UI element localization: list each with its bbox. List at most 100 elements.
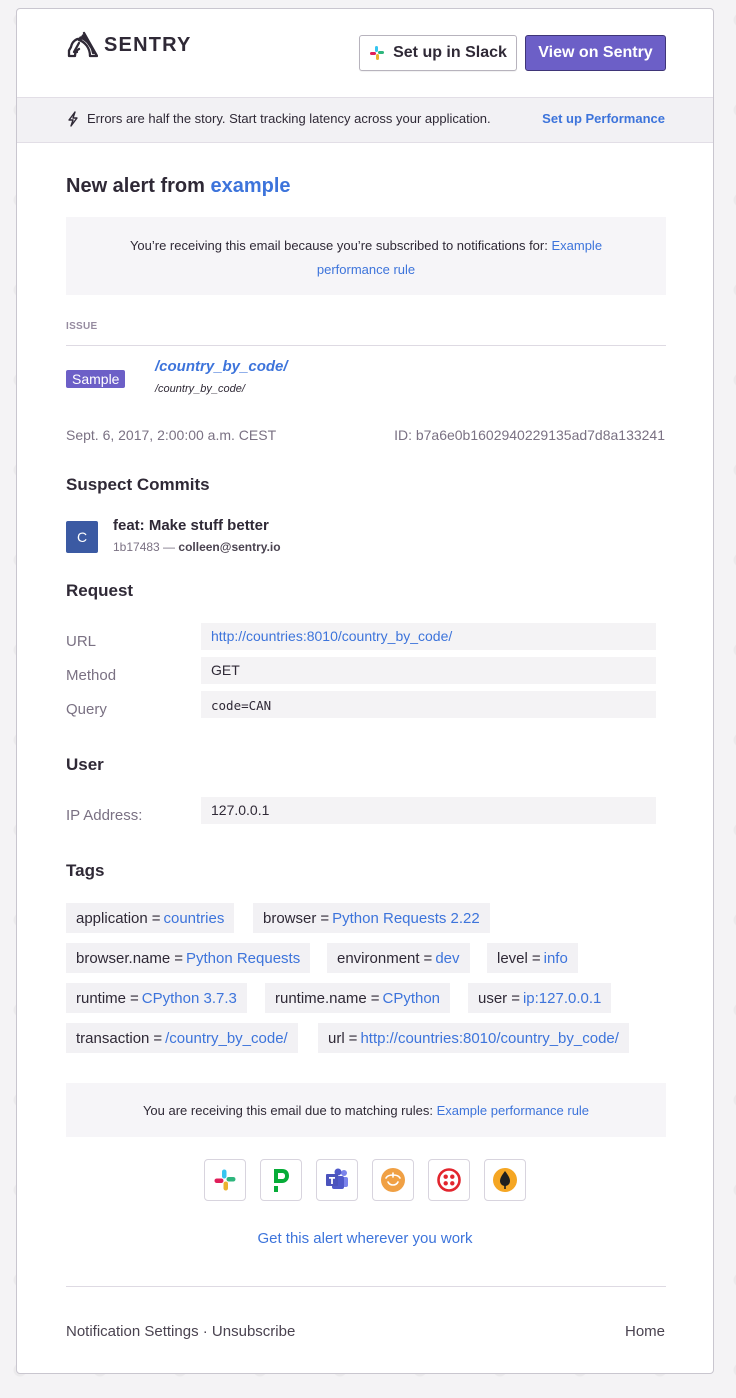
tag-item: environment = dev bbox=[327, 943, 470, 973]
msteams-icon bbox=[326, 1168, 348, 1189]
project-link[interactable]: example bbox=[210, 175, 290, 197]
performance-banner: Errors are half the story. Start trackin… bbox=[17, 97, 713, 143]
matching-rules-notice: You are receiving this email due to matc… bbox=[66, 1083, 666, 1137]
tag-eq: = bbox=[423, 949, 433, 967]
commit-author: colleen@sentry.io bbox=[178, 540, 281, 554]
tag-value-link[interactable]: countries bbox=[163, 910, 224, 927]
issue-subtitle: /country_by_code/ bbox=[155, 383, 245, 395]
tag-value-link[interactable]: CPython 3.7.3 bbox=[142, 990, 237, 1007]
tag-key: browser bbox=[263, 909, 317, 927]
tag-key: application bbox=[76, 909, 148, 927]
tag-value-link[interactable]: Python Requests 2.22 bbox=[332, 910, 480, 927]
tag-key: runtime.name bbox=[275, 989, 367, 1007]
setup-slack-label: Set up in Slack bbox=[393, 44, 507, 61]
commit-message: feat: Make stuff better bbox=[113, 517, 269, 534]
tag-key: browser.name bbox=[76, 949, 171, 967]
setup-slack-button[interactable]: Set up in Slack bbox=[359, 35, 517, 71]
notification-settings-link[interactable]: Notification Settings bbox=[66, 1323, 199, 1340]
discord-integration-icon[interactable] bbox=[372, 1159, 414, 1201]
sample-badge: Sample bbox=[66, 370, 126, 388]
tag-eq: = bbox=[130, 989, 139, 1007]
email-header: SENTRY Set up in Slack View on Sentry bbox=[17, 9, 713, 97]
method-value: GET bbox=[201, 657, 656, 684]
slack-icon bbox=[214, 1169, 236, 1191]
tag-key: transaction bbox=[76, 1029, 150, 1047]
tag-eq: = bbox=[531, 949, 541, 967]
tag-eq: = bbox=[320, 909, 330, 927]
tag-value-link[interactable]: ip:127.0.0.1 bbox=[523, 990, 601, 1007]
tag-item: runtime = CPython 3.7.3 bbox=[66, 983, 247, 1013]
tag-item: transaction =/country_by_code/ bbox=[66, 1023, 298, 1053]
tag-value-link[interactable]: Python Requests bbox=[186, 950, 300, 967]
tag-value-link[interactable]: info bbox=[544, 950, 568, 967]
suspect-commits-title: Suspect Commits bbox=[66, 475, 210, 494]
tag-item: browser = Python Requests 2.22 bbox=[253, 903, 490, 933]
opsgenie-integration-icon[interactable] bbox=[484, 1159, 526, 1201]
opsgenie-icon bbox=[493, 1168, 517, 1192]
view-on-sentry-button[interactable]: View on Sentry bbox=[525, 35, 666, 71]
method-label: Method bbox=[66, 667, 117, 684]
issue-label: ISSUE bbox=[66, 321, 98, 332]
sentry-logo[interactable]: SENTRY bbox=[66, 31, 192, 59]
alert-title-prefix: New alert from bbox=[66, 175, 211, 197]
banner-text: Errors are half the story. Start trackin… bbox=[87, 111, 491, 126]
tag-item: browser.name = Python Requests bbox=[66, 943, 311, 973]
subscription-notice: You’re receiving this email because you’… bbox=[66, 217, 666, 295]
unsubscribe-link[interactable]: Unsubscribe bbox=[212, 1323, 295, 1340]
slack-icon bbox=[370, 46, 385, 60]
sentry-glyph-icon bbox=[67, 31, 98, 58]
url-value-link[interactable]: http://countries:8010/country_by_code/ bbox=[201, 623, 656, 650]
integrations-cta-link[interactable]: Get this alert wherever you work bbox=[17, 1230, 713, 1247]
setup-performance-link[interactable]: Set up Performance bbox=[542, 111, 665, 126]
twilio-icon bbox=[437, 1168, 461, 1192]
tag-eq: = bbox=[370, 989, 380, 1007]
tag-key: level bbox=[497, 949, 528, 967]
query-label: Query bbox=[66, 701, 107, 718]
tag-value-link[interactable]: dev bbox=[435, 950, 459, 967]
tag-item: application = countries bbox=[66, 903, 235, 933]
footer-links: Notification Settings · Unsubscribe bbox=[66, 1323, 295, 1340]
pagerduty-integration-icon[interactable] bbox=[260, 1159, 302, 1201]
home-link[interactable]: Home bbox=[625, 1323, 665, 1340]
commit-hash: 1b17483 — bbox=[113, 540, 176, 554]
msteams-integration-icon[interactable] bbox=[316, 1159, 358, 1201]
tag-item: user = ip:127.0.0.1 bbox=[468, 983, 612, 1013]
tag-item: level = info bbox=[487, 943, 578, 973]
tag-value-link[interactable]: http://countries:8010/country_by_code/ bbox=[360, 1030, 619, 1047]
tag-eq: = bbox=[511, 989, 520, 1007]
issue-divider bbox=[66, 345, 666, 346]
tag-value-link[interactable]: /country_by_code/ bbox=[165, 1030, 288, 1047]
tags-title: Tags bbox=[66, 861, 105, 880]
url-label: URL bbox=[66, 633, 97, 650]
tag-value-link[interactable]: CPython bbox=[382, 990, 440, 1007]
request-title: Request bbox=[66, 581, 134, 600]
tag-eq: = bbox=[348, 1029, 358, 1047]
rules-link[interactable]: Example performance rule bbox=[437, 1103, 589, 1118]
logo-text: SENTRY bbox=[104, 33, 192, 56]
ip-value: 127.0.0.1 bbox=[201, 797, 656, 824]
email-card: SENTRY Set up in Slack View on Sentry Er… bbox=[16, 8, 714, 1374]
ip-label: IP Address: bbox=[66, 807, 143, 824]
issue-title-link[interactable]: /country_by_code/ bbox=[155, 358, 288, 375]
alert-title: New alert from example bbox=[66, 175, 291, 198]
tag-eq: = bbox=[153, 1029, 163, 1047]
tag-item: runtime.name = CPython bbox=[265, 983, 451, 1013]
user-title: User bbox=[66, 755, 104, 774]
issue-date: Sept. 6, 2017, 2:00:00 a.m. CEST bbox=[66, 427, 277, 443]
tag-item: url = http://countries:8010/country_by_cod… bbox=[318, 1023, 629, 1053]
tag-eq: = bbox=[174, 949, 183, 967]
footer-divider bbox=[66, 1286, 666, 1287]
tag-key: environment bbox=[337, 949, 420, 967]
commit-author-avatar: C bbox=[66, 521, 98, 553]
slack-integration-icon[interactable] bbox=[204, 1159, 246, 1201]
tag-key: url bbox=[328, 1029, 345, 1047]
rules-text: You are receiving this email due to matc… bbox=[142, 1102, 433, 1118]
tag-eq: = bbox=[151, 909, 161, 927]
commit-meta: 1b17483 — colleen@sentry.io bbox=[113, 540, 281, 554]
issue-id: ID: b7a6e0b1602940229135ad7d8a133241 bbox=[394, 427, 665, 443]
twilio-integration-icon[interactable] bbox=[428, 1159, 470, 1201]
lightning-icon bbox=[68, 111, 78, 127]
query-value: code=CAN bbox=[201, 691, 656, 718]
discord-icon bbox=[381, 1168, 405, 1192]
notice-text: You’re receiving this email because you’… bbox=[129, 238, 552, 253]
